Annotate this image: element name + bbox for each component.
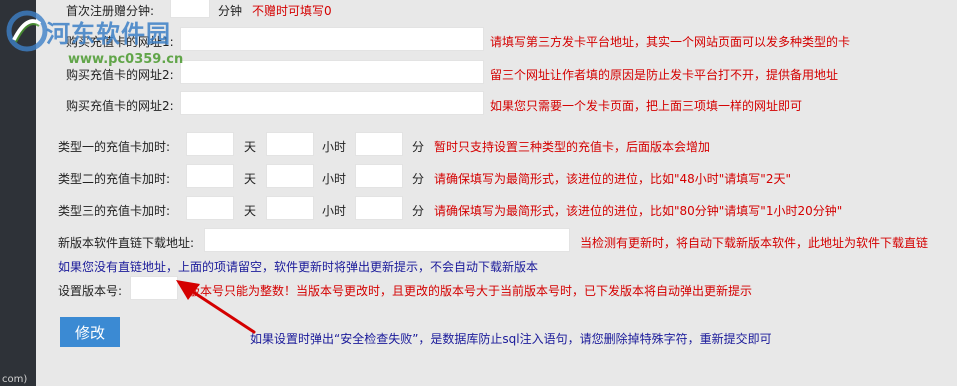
type1-hint: 暂时只支持设置三种类型的充值卡，后面版本会增加 <box>434 140 711 154</box>
type3-label: 类型三的充值卡加时: <box>58 204 171 218</box>
sidebar: com) <box>0 0 36 386</box>
type3-minutes-input[interactable] <box>355 196 403 220</box>
red-arrow-icon <box>176 280 256 334</box>
type2-days-input[interactable] <box>186 164 234 188</box>
type1-hours-unit: 小时 <box>322 140 347 154</box>
type1-days-input[interactable] <box>186 132 234 156</box>
type2-hours-unit: 小时 <box>322 172 347 186</box>
type3-hint: 请确保填写为最简形式，该进位的进位，比如"80分钟"请填写"1小时20分钟" <box>434 204 843 218</box>
type1-hours-input[interactable] <box>266 132 314 156</box>
card-url-3-input[interactable] <box>180 91 484 115</box>
security-check-note: 如果设置时弹出“安全检查失败”，是数据库防止sql注入语句，请您删除掉特殊字符，… <box>250 332 772 346</box>
type2-minutes-input[interactable] <box>355 164 403 188</box>
type1-days-unit: 天 <box>244 140 257 154</box>
download-url-hint: 当检测有更新时，将自动下载新版本软件，此地址为软件下载直链 <box>580 236 929 250</box>
card-url-2-input[interactable] <box>180 60 484 84</box>
type1-label: 类型一的充值卡加时: <box>58 140 171 154</box>
type3-hours-input[interactable] <box>266 196 314 220</box>
type2-label: 类型二的充值卡加时: <box>58 172 171 186</box>
type3-days-unit: 天 <box>244 204 257 218</box>
sidebar-text-fragment: com) <box>2 374 28 385</box>
submit-button[interactable]: 修改 <box>60 317 120 347</box>
card-url-1-label: 购买充值卡的网址1: <box>66 35 174 49</box>
type3-minutes-unit: 分 <box>412 204 425 218</box>
type2-minutes-unit: 分 <box>412 172 425 186</box>
download-url-label: 新版本软件直链下载地址: <box>58 236 195 250</box>
card-url-1-input[interactable] <box>180 27 484 51</box>
first-bonus-label: 首次注册赠分钟: <box>66 4 155 18</box>
type2-hours-input[interactable] <box>266 164 314 188</box>
first-bonus-input[interactable] <box>170 0 210 18</box>
type1-minutes-input[interactable] <box>355 132 403 156</box>
no-direct-link-note: 如果您没有直链地址，上面的项请留空，软件更新时将弹出更新提示，不会自动下载新版本 <box>58 260 539 274</box>
type2-days-unit: 天 <box>244 172 257 186</box>
first-bonus-hint: 不赠时可填写0 <box>252 4 332 18</box>
card-url-1-hint: 请填写第三方发卡平台地址，其实一个网站页面可以发多种类型的卡 <box>490 35 851 49</box>
type2-hint: 请确保填写为最简形式，该进位的进位，比如"48小时"请填写"2天" <box>434 172 791 186</box>
version-label: 设置版本号: <box>58 284 123 298</box>
version-hint: 版本号只能为整数！当版本号更改时，且更改的版本号大于当前版本号时，已下发版本将自… <box>188 284 753 298</box>
type1-minutes-unit: 分 <box>412 140 425 154</box>
card-url-2-hint: 留三个网址让作者填的原因是防止发卡平台打不开，提供备用地址 <box>490 68 839 82</box>
card-url-3-hint: 如果您只需要一个发卡页面，把上面三项填一样的网址即可 <box>490 99 803 113</box>
download-url-input[interactable] <box>204 228 570 252</box>
type3-days-input[interactable] <box>186 196 234 220</box>
first-bonus-unit: 分钟 <box>218 4 243 18</box>
card-url-3-label: 购买充值卡的网址2: <box>66 99 174 113</box>
card-url-2-label: 购买充值卡的网址2: <box>66 68 174 82</box>
type3-hours-unit: 小时 <box>322 204 347 218</box>
